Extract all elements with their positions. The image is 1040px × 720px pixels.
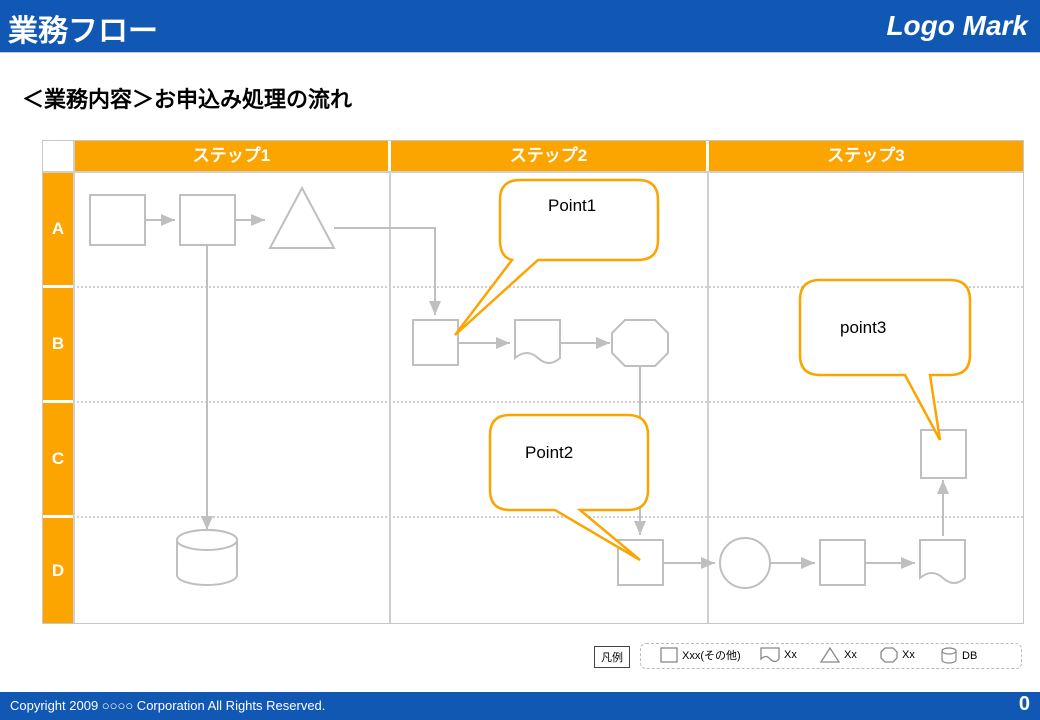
- col-head-step1: ステップ1: [75, 141, 389, 171]
- callout-point3: point3: [840, 318, 886, 338]
- legend-item-doc: Xx: [760, 647, 797, 663]
- col-head-step3: ステップ3: [709, 141, 1023, 171]
- subtitle: ＜業務内容＞お申込み処理の流れ: [22, 82, 352, 114]
- footer-copyright: Copyright 2009 ○○○○ Corporation All Righ…: [10, 698, 325, 713]
- row-head-d: D: [43, 518, 73, 623]
- legend-text-rect: Xxx(その他): [682, 647, 741, 663]
- row-head-a: A: [43, 173, 73, 286]
- header-bar: 業務フロー Logo Mark: [0, 0, 1040, 53]
- legend-item-oct: Xx: [880, 647, 915, 663]
- logo-mark: Logo Mark: [886, 10, 1028, 42]
- col-head-step2: ステップ2: [391, 141, 707, 171]
- legend-label: 凡例: [594, 646, 630, 668]
- legend-item-db: DB: [940, 647, 977, 665]
- legend-text-doc: Xx: [784, 649, 797, 661]
- footer-bar: Copyright 2009 ○○○○ Corporation All Righ…: [0, 692, 1040, 720]
- legend-text-oct: Xx: [902, 649, 915, 661]
- callout-point2: Point2: [525, 443, 573, 463]
- page-title: 業務フロー: [8, 6, 158, 50]
- legend-text-db: DB: [962, 650, 977, 662]
- page-number: 0: [1019, 690, 1030, 718]
- row-head-c: C: [43, 403, 73, 516]
- legend-text-tri: Xx: [844, 649, 857, 661]
- grid-corner: [43, 141, 73, 171]
- legend-item-tri: Xx: [820, 647, 857, 663]
- flow-grid: ステップ1 ステップ2 ステップ3 A B C D: [42, 140, 1024, 624]
- row-head-b: B: [43, 288, 73, 401]
- legend-item-rect: Xxx(その他): [660, 647, 741, 663]
- callout-point1: Point1: [548, 196, 596, 216]
